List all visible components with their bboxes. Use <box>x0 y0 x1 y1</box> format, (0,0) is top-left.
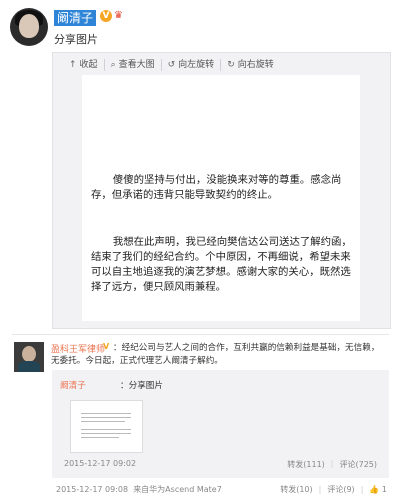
like-count: 1 <box>381 485 387 494</box>
forwarded-text: ：分享图片 <box>120 381 163 391</box>
forwarded-timestamp[interactable]: 2015-12-17 09:02 <box>64 459 136 468</box>
verified-icon: V <box>100 10 112 22</box>
view-large-button[interactable]: ⌕ 查看大图 <box>105 59 162 71</box>
post-source: 来自华为Ascend Mate7 <box>133 485 222 494</box>
forwarded-image-thumbnail[interactable] <box>70 400 143 453</box>
statement-paragraph-2: 我想在此声明，我已经向樊信达公司送达了解约函，结束了我们的经纪合约。个中原因，不… <box>91 236 352 293</box>
post-footer: 2015-12-17 09:08 来自华为Ascend Mate7 <box>56 484 222 495</box>
forwarded-stats: 转发(111) | 评论(725) <box>287 459 377 470</box>
statement-paragraph-1: 傻傻的坚持与付出，没能换来对等的尊重。感念尚存，但承诺的违背只能导致契约的终止。 <box>91 174 342 201</box>
divider <box>12 334 389 335</box>
rotate-left-icon: ↺ <box>167 60 176 70</box>
image-viewer: ↑ 收起 ⌕ 查看大图 ↺ 向左旋转 ↻ 向右旋转 傻傻的坚持与付出，没能换来对… <box>52 52 391 329</box>
post-stats: 转发(10) | 评论(9) | 👍 1 <box>280 484 387 495</box>
arrow-up-icon: ↑ <box>69 60 77 70</box>
avatar-body <box>18 361 40 372</box>
post-text: 分享图片 <box>54 33 98 46</box>
rotate-left-label: 向左旋转 <box>178 60 215 70</box>
forwarded-author-link[interactable]: 阚清子 <box>60 379 86 391</box>
forwarded-repost-link[interactable]: 转发(111) <box>287 459 325 470</box>
magnifier-icon: ⌕ <box>110 60 116 70</box>
commenter-name-link[interactable]: 盈科王军律师 <box>51 342 105 355</box>
post-timestamp[interactable]: 2015-12-17 09:08 <box>56 485 128 494</box>
thumbs-up-icon: 👍 <box>369 485 380 494</box>
collapse-button[interactable]: ↑ 收起 <box>63 59 105 71</box>
commenter-avatar[interactable] <box>14 342 44 372</box>
avatar-face <box>19 14 39 38</box>
username-link[interactable]: 阚清子 <box>54 10 97 26</box>
rotate-right-icon: ↻ <box>227 60 235 70</box>
rotate-right-button[interactable]: ↻ 向右旋转 <box>221 59 280 71</box>
collapse-label: 收起 <box>79 60 98 70</box>
vip-crown-icon: ♛ <box>114 10 123 21</box>
repost-link[interactable]: 转发(10) <box>280 484 312 495</box>
forwarded-comment-link[interactable]: 评论(725) <box>339 459 377 470</box>
like-button[interactable]: 👍 1 <box>369 485 387 494</box>
verified-icon: V <box>103 342 110 351</box>
rotate-left-button[interactable]: ↺ 向左旋转 <box>162 59 222 71</box>
shared-image[interactable]: 傻傻的坚持与付出，没能换来对等的尊重。感念尚存，但承诺的违背只能导致契约的终止。… <box>82 75 360 321</box>
forwarded-post: ：分享图片 阚清子 2015-12-17 09:02 转发(111) | 评论(… <box>52 370 389 478</box>
comment-link[interactable]: 评论(9) <box>327 484 354 495</box>
view-large-label: 查看大图 <box>118 60 155 70</box>
viewer-toolbar: ↑ 收起 ⌕ 查看大图 ↺ 向左旋转 ↻ 向右旋转 <box>63 58 280 72</box>
user-avatar[interactable] <box>10 8 48 46</box>
rotate-right-label: 向右旋转 <box>237 60 274 70</box>
avatar-face <box>22 346 36 362</box>
